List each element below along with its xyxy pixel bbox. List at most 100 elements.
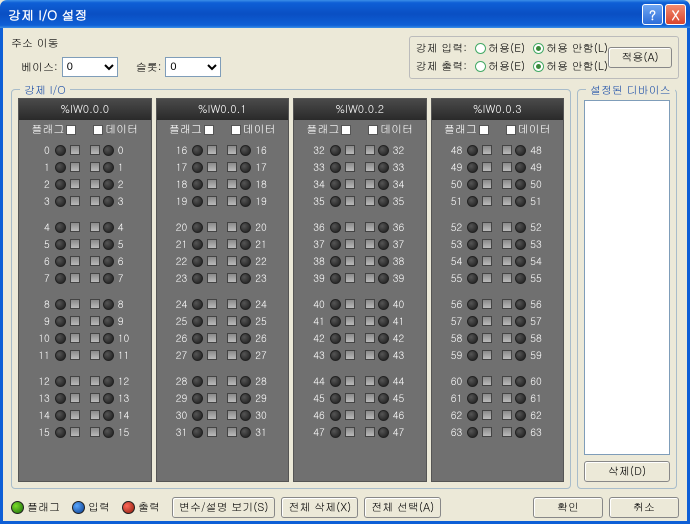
data-header-checkbox[interactable] [231, 125, 241, 135]
data-checkbox[interactable] [90, 222, 100, 232]
flag-led[interactable] [467, 376, 478, 387]
flag-checkbox[interactable] [207, 162, 217, 172]
data-led[interactable] [515, 427, 526, 438]
data-checkbox[interactable] [365, 376, 375, 386]
device-list[interactable] [584, 100, 670, 455]
flag-checkbox[interactable] [70, 316, 80, 326]
flag-checkbox[interactable] [482, 316, 492, 326]
flag-checkbox[interactable] [345, 316, 355, 326]
data-checkbox[interactable] [227, 350, 237, 360]
data-led[interactable] [515, 316, 526, 327]
data-led[interactable] [378, 333, 389, 344]
data-checkbox[interactable] [502, 427, 512, 437]
flag-led[interactable] [192, 333, 203, 344]
flag-checkbox[interactable] [482, 145, 492, 155]
flag-checkbox[interactable] [482, 350, 492, 360]
data-checkbox[interactable] [90, 256, 100, 266]
data-checkbox[interactable] [502, 222, 512, 232]
data-checkbox[interactable] [365, 222, 375, 232]
flag-led[interactable] [55, 145, 66, 156]
data-checkbox[interactable] [90, 376, 100, 386]
data-checkbox[interactable] [502, 179, 512, 189]
data-checkbox[interactable] [365, 256, 375, 266]
flag-checkbox[interactable] [345, 145, 355, 155]
flag-led[interactable] [467, 316, 478, 327]
flag-led[interactable] [330, 239, 341, 250]
flag-checkbox[interactable] [345, 179, 355, 189]
data-checkbox[interactable] [90, 239, 100, 249]
flag-led[interactable] [467, 393, 478, 404]
data-checkbox[interactable] [227, 179, 237, 189]
data-led[interactable] [378, 393, 389, 404]
flag-led[interactable] [192, 196, 203, 207]
data-led[interactable] [515, 273, 526, 284]
data-checkbox[interactable] [502, 256, 512, 266]
data-led[interactable] [515, 222, 526, 233]
data-led[interactable] [240, 222, 251, 233]
flag-checkbox[interactable] [70, 427, 80, 437]
flag-led[interactable] [55, 299, 66, 310]
delete-button[interactable]: 삭제(D) [584, 461, 670, 482]
flag-led[interactable] [192, 410, 203, 421]
flag-checkbox[interactable] [207, 196, 217, 206]
flag-checkbox[interactable] [207, 316, 217, 326]
data-checkbox[interactable] [90, 427, 100, 437]
data-checkbox[interactable] [365, 427, 375, 437]
flag-checkbox[interactable] [207, 333, 217, 343]
data-led[interactable] [515, 162, 526, 173]
data-led[interactable] [103, 145, 114, 156]
data-led[interactable] [378, 410, 389, 421]
flag-led[interactable] [55, 273, 66, 284]
flag-led[interactable] [330, 273, 341, 284]
flag-checkbox[interactable] [70, 410, 80, 420]
flag-checkbox[interactable] [482, 256, 492, 266]
flag-checkbox[interactable] [482, 393, 492, 403]
data-led[interactable] [240, 273, 251, 284]
data-checkbox[interactable] [90, 299, 100, 309]
data-checkbox[interactable] [90, 162, 100, 172]
data-checkbox[interactable] [502, 393, 512, 403]
data-led[interactable] [240, 427, 251, 438]
data-led[interactable] [378, 196, 389, 207]
data-checkbox[interactable] [502, 273, 512, 283]
flag-checkbox[interactable] [345, 376, 355, 386]
flag-led[interactable] [55, 222, 66, 233]
data-checkbox[interactable] [227, 299, 237, 309]
flag-led[interactable] [330, 427, 341, 438]
data-checkbox[interactable] [90, 179, 100, 189]
data-led[interactable] [515, 256, 526, 267]
flag-checkbox[interactable] [482, 162, 492, 172]
flag-checkbox[interactable] [482, 222, 492, 232]
data-checkbox[interactable] [227, 239, 237, 249]
flag-checkbox[interactable] [70, 376, 80, 386]
flag-led[interactable] [330, 179, 341, 190]
data-led[interactable] [378, 316, 389, 327]
flag-led[interactable] [192, 316, 203, 327]
flag-checkbox[interactable] [345, 333, 355, 343]
data-led[interactable] [103, 376, 114, 387]
flag-led[interactable] [467, 427, 478, 438]
flag-led[interactable] [467, 162, 478, 173]
flag-checkbox[interactable] [345, 256, 355, 266]
data-led[interactable] [240, 179, 251, 190]
data-led[interactable] [103, 196, 114, 207]
flag-led[interactable] [192, 256, 203, 267]
flag-led[interactable] [467, 222, 478, 233]
flag-led[interactable] [467, 239, 478, 250]
data-checkbox[interactable] [365, 316, 375, 326]
data-led[interactable] [240, 162, 251, 173]
data-checkbox[interactable] [502, 333, 512, 343]
flag-led[interactable] [330, 222, 341, 233]
data-checkbox[interactable] [502, 376, 512, 386]
close-button[interactable]: X [665, 4, 686, 25]
data-checkbox[interactable] [227, 316, 237, 326]
flag-checkbox[interactable] [345, 196, 355, 206]
data-checkbox[interactable] [227, 145, 237, 155]
data-checkbox[interactable] [227, 376, 237, 386]
flag-led[interactable] [55, 427, 66, 438]
data-checkbox[interactable] [227, 333, 237, 343]
data-checkbox[interactable] [502, 350, 512, 360]
data-led[interactable] [378, 273, 389, 284]
data-checkbox[interactable] [227, 162, 237, 172]
apply-button[interactable]: 적용(A) [608, 47, 672, 68]
